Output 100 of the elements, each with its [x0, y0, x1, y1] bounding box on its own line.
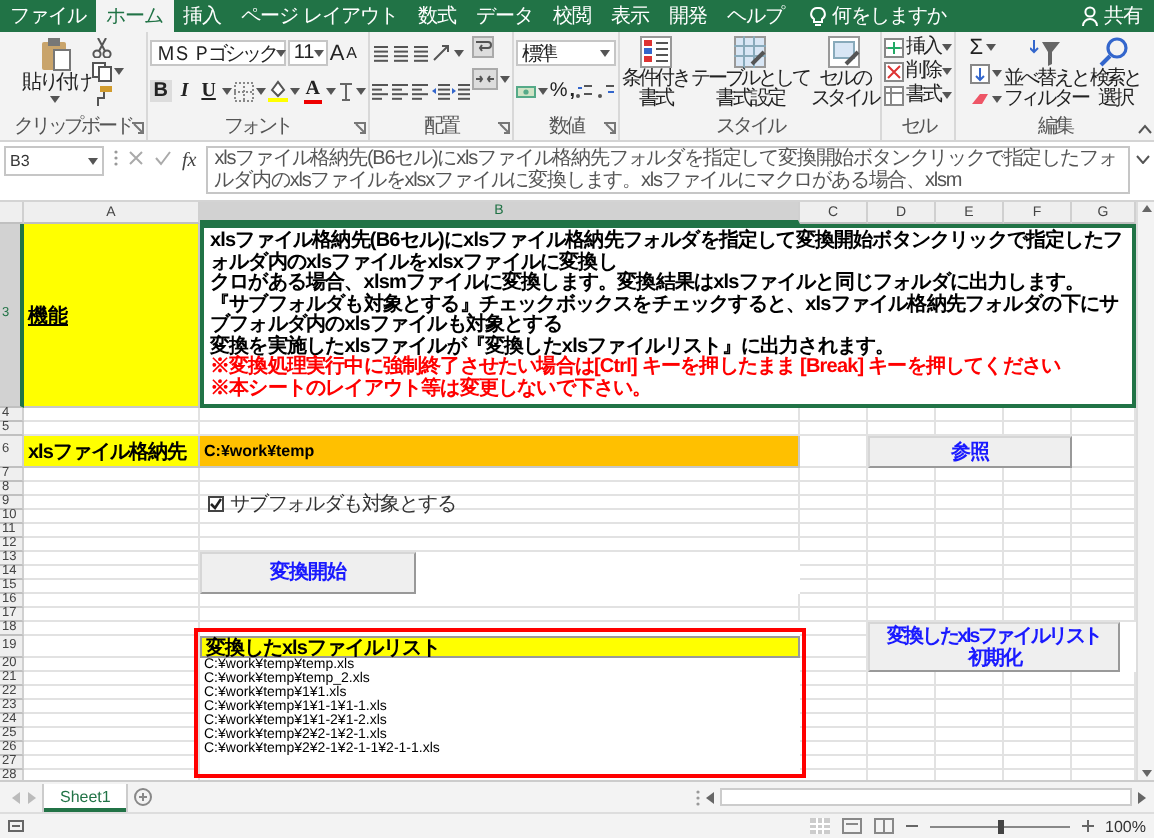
share-button[interactable]: 共有	[1070, 0, 1154, 32]
checkbox-label[interactable]: サブフォルダも対象とする	[230, 489, 456, 517]
align-middle-icon[interactable]	[391, 44, 410, 62]
empty-cell[interactable]	[1004, 756, 1072, 770]
empty-cell[interactable]	[936, 742, 1004, 756]
empty-cell[interactable]	[868, 408, 936, 422]
empty-cell[interactable]	[868, 538, 936, 552]
caret-icon[interactable]	[499, 75, 510, 83]
empty-cell[interactable]	[1004, 686, 1072, 700]
caret-icon[interactable]	[941, 67, 952, 75]
empty-cell[interactable]	[936, 756, 1004, 770]
empty-cell[interactable]	[936, 566, 1004, 580]
align-right-icon[interactable]	[411, 82, 430, 100]
paste-button[interactable]: 貼り付け	[22, 36, 90, 104]
empty-cell[interactable]	[868, 756, 936, 770]
empty-cell[interactable]	[800, 524, 868, 538]
caret-icon[interactable]	[453, 49, 464, 57]
empty-cell[interactable]	[936, 728, 1004, 742]
empty-cell[interactable]	[800, 714, 868, 728]
ribbon-tab[interactable]: ヘルプ	[716, 0, 794, 32]
caret-icon[interactable]	[113, 68, 124, 76]
caret-icon[interactable]	[255, 87, 266, 95]
name-box[interactable]: B3	[4, 146, 104, 176]
sort-filter-icon[interactable]	[1029, 36, 1062, 68]
caret-icon[interactable]	[941, 91, 952, 99]
description-cell[interactable]	[200, 224, 1136, 408]
borders-icon[interactable]	[233, 81, 254, 101]
empty-cell[interactable]	[1004, 594, 1072, 608]
wrap-text-icon[interactable]	[471, 36, 494, 58]
zoom-level[interactable]: 100%	[1105, 817, 1146, 835]
format-as-table-icon[interactable]	[733, 36, 766, 68]
caret-icon[interactable]	[991, 70, 1002, 78]
empty-cell[interactable]	[800, 608, 868, 622]
caret-icon[interactable]	[537, 87, 548, 95]
ribbon-tab[interactable]: 開発	[658, 0, 717, 32]
ribbon-tab[interactable]: 数式	[407, 0, 466, 32]
empty-cell[interactable]	[868, 700, 936, 714]
empty-cell[interactable]	[936, 552, 1004, 566]
empty-cell[interactable]	[868, 686, 936, 700]
caret-icon[interactable]	[88, 157, 98, 165]
empty-cell[interactable]	[200, 608, 800, 622]
empty-cell[interactable]	[868, 496, 936, 510]
ribbon-tab[interactable]: 表示	[600, 0, 659, 32]
empty-cell[interactable]	[1004, 496, 1072, 510]
ribbon-tab[interactable]: 校閲	[542, 0, 601, 32]
align-left-icon[interactable]	[371, 82, 390, 100]
empty-cell[interactable]	[1004, 580, 1072, 594]
empty-cell[interactable]	[800, 580, 868, 594]
empty-cell[interactable]	[868, 566, 936, 580]
page-layout-view-icon[interactable]	[841, 818, 862, 834]
caret-icon[interactable]	[355, 87, 366, 95]
empty-cell[interactable]	[800, 538, 868, 552]
empty-cell[interactable]	[936, 714, 1004, 728]
caret-icon[interactable]	[289, 87, 300, 95]
align-center-icon[interactable]	[391, 82, 410, 100]
caret-icon[interactable]	[985, 44, 996, 52]
zoom-in-icon[interactable]	[1081, 820, 1094, 832]
caret-icon[interactable]	[325, 87, 336, 95]
empty-cell[interactable]	[868, 552, 936, 566]
conditional-formatting-icon[interactable]	[639, 36, 672, 68]
empty-cell[interactable]	[936, 700, 1004, 714]
clipboard-icon[interactable]	[39, 36, 72, 72]
empty-cell[interactable]	[800, 408, 868, 422]
empty-cell[interactable]	[1004, 566, 1072, 580]
style-button[interactable]: テーブルとして 書式設定	[691, 36, 809, 110]
format-cells-icon[interactable]	[883, 85, 904, 105]
empty-cell[interactable]	[800, 700, 868, 714]
empty-cell[interactable]	[868, 510, 936, 524]
style-button[interactable]: セルの スタイル	[810, 36, 878, 110]
empty-cell[interactable]	[936, 482, 1004, 496]
sheet-tab[interactable]: Sheet1	[44, 783, 127, 811]
formula-field[interactable]: xlsファイル格納先(B6セル)にxlsファイル格納先フォルダを指定して変換開始ボタンクリックで指定したフォルダ内のxlsファイルをxlsxファイルに変換します。xlsファイルにマクロがある場合、xlsm	[206, 146, 1130, 194]
align-bottom-icon[interactable]	[411, 44, 430, 62]
vertical-scrollbar[interactable]	[1136, 202, 1154, 780]
zoom-out-icon[interactable]	[905, 820, 918, 832]
delete-cells-icon[interactable]	[883, 61, 904, 81]
add-sheet-icon[interactable]	[134, 788, 153, 806]
collapse-ribbon-icon[interactable]	[1138, 123, 1152, 133]
empty-cell[interactable]	[936, 510, 1004, 524]
scissors-icon[interactable]	[91, 38, 112, 58]
italic-button[interactable]: I	[173, 80, 196, 102]
underline-button[interactable]: U	[197, 80, 220, 102]
empty-cell[interactable]	[868, 524, 936, 538]
normal-view-icon[interactable]	[809, 818, 830, 834]
cell-command-button[interactable]: 書式	[883, 84, 952, 106]
empty-cell[interactable]	[800, 422, 868, 436]
tell-me-field[interactable]: 何をしますか	[809, 0, 946, 32]
drag-handle-icon[interactable]	[696, 789, 700, 805]
empty-cell[interactable]	[936, 524, 1004, 538]
empty-cell[interactable]	[800, 496, 868, 510]
increase-font-size-button[interactable]: A	[329, 41, 345, 65]
increase-decimal-icon[interactable]	[573, 82, 594, 100]
align-top-icon[interactable]	[371, 44, 390, 62]
ribbon-tab[interactable]: データ	[465, 0, 543, 32]
page-break-view-icon[interactable]	[873, 818, 894, 834]
empty-cell[interactable]	[800, 672, 868, 686]
merge-cells-icon[interactable]	[471, 68, 498, 90]
empty-cell[interactable]	[868, 580, 936, 594]
ribbon-tab[interactable]: 挿入	[173, 0, 231, 32]
insert-function-button[interactable]: fx	[182, 150, 197, 172]
